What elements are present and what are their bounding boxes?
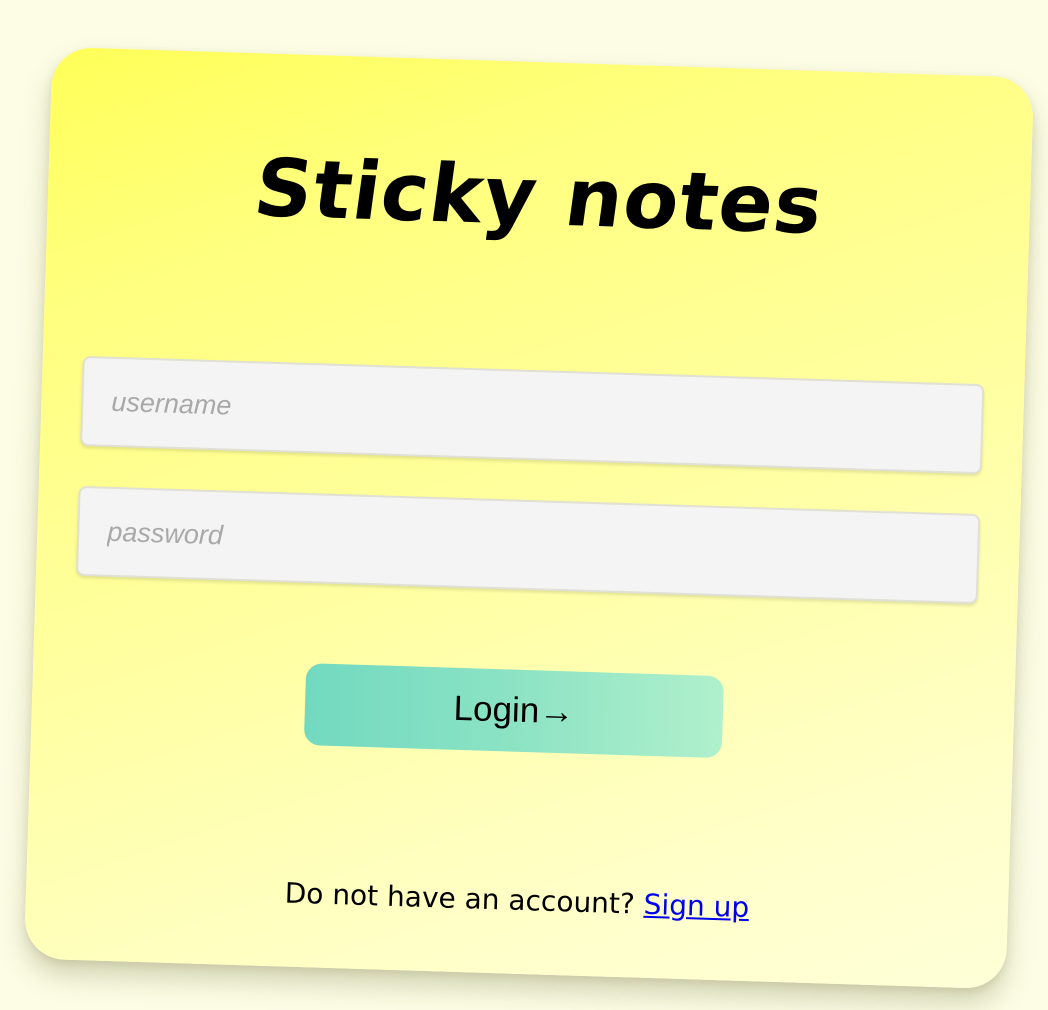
login-button[interactable]: Login→ [303,663,725,759]
signup-link[interactable]: Sign up [643,888,749,924]
app-title: Sticky notes [248,141,830,252]
signup-row: Do not have an account? Sign up [26,868,1009,932]
page: Sticky notes Login→ Do not have an accou… [0,0,1048,1010]
signup-prompt: Do not have an account? [284,876,645,921]
login-card: Sticky notes Login→ Do not have an accou… [23,46,1035,990]
password-input[interactable] [75,485,981,605]
username-input[interactable] [80,355,985,475]
